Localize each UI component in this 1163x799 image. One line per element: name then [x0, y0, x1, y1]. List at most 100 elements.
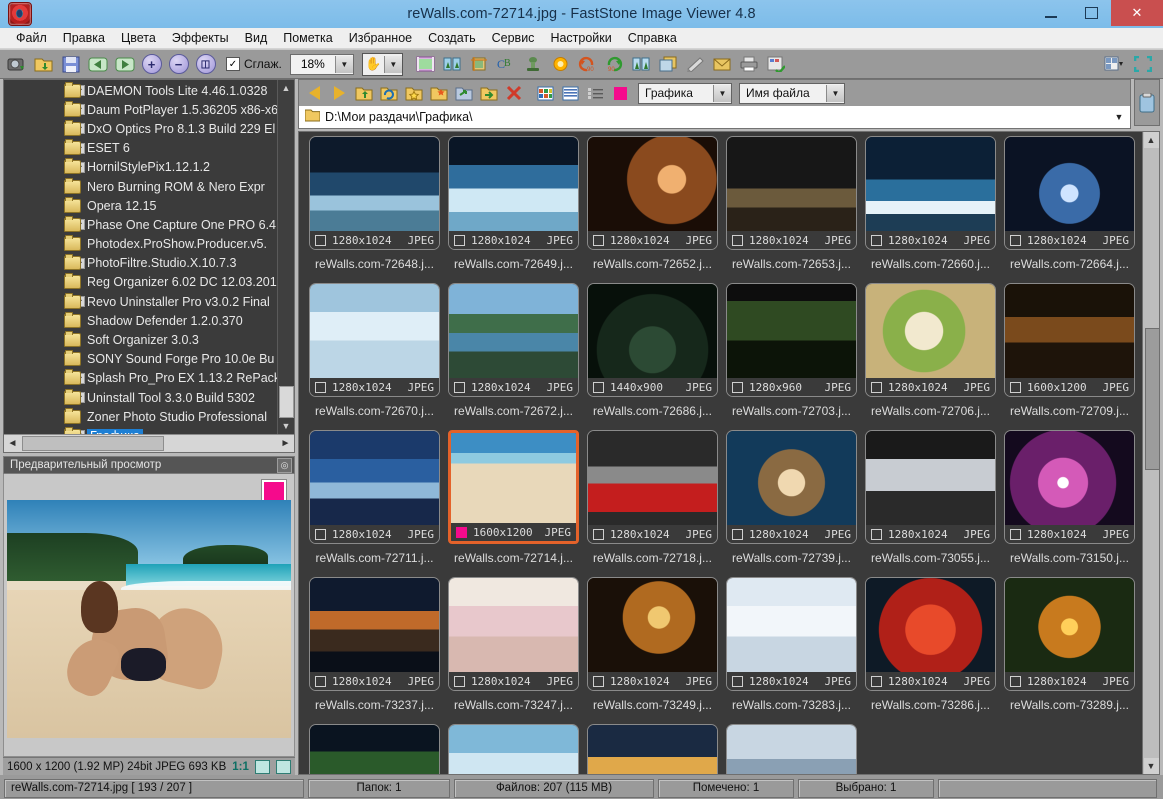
sort-by-combo[interactable]: Имя файла ▼ [739, 82, 845, 104]
tree-item[interactable]: Nero Burning ROM & Nero Expr [4, 177, 277, 196]
tree-item[interactable]: +DAEMON Tools Lite 4.46.1.0328 [4, 81, 277, 100]
thumbnail-frame[interactable]: 1280x1024JPEG [587, 577, 718, 691]
thumbnail-frame[interactable]: 1600x1200 JPEG [448, 430, 579, 544]
tree-item[interactable]: +PhotoFiltre.Studio.X.10.7.3 [4, 254, 277, 273]
tree-item[interactable]: Photodex.ProShow.Producer.v5. [4, 235, 277, 254]
thumbnail-item[interactable]: 1280x1024 JPEG reWalls.com-72672.j... [445, 283, 582, 430]
thumbnail-image[interactable] [588, 431, 717, 525]
thumbnail-frame[interactable]: 1440x900 JPEG [587, 283, 718, 397]
thumbnail-item[interactable]: 1280x1024 JPEG reWalls.com-72660.j... [862, 136, 999, 283]
thumbnail-item[interactable]: 1280x1024JPEGreWalls.com-73340.j... [584, 724, 721, 774]
maximize-button[interactable] [1071, 0, 1111, 26]
scroll-up-arrow-icon[interactable]: ▲ [278, 80, 294, 96]
tree-item[interactable]: +HornilStylePix1.12.1.2 [4, 158, 277, 177]
pin-icon[interactable]: ◎ [277, 457, 292, 473]
thumbnail-image[interactable] [449, 284, 578, 378]
menu-service[interactable]: Сервис [484, 29, 543, 47]
thumbnail-image[interactable] [1005, 431, 1134, 525]
scroll-up-arrow-icon[interactable]: ▲ [1143, 132, 1159, 148]
thumbnail-frame[interactable]: 1280x1024JPEG [309, 136, 440, 250]
thumbnail-image[interactable] [310, 725, 439, 774]
fit-window-icon[interactable] [254, 759, 270, 774]
thumbnail-item[interactable]: 1280x1024 JPEG reWalls.com-72649.j... [445, 136, 582, 283]
chevron-down-icon[interactable]: ▼ [713, 84, 731, 102]
list-view-icon[interactable] [559, 82, 581, 104]
menu-create[interactable]: Создать [420, 29, 484, 47]
grid-scroll-thumb[interactable] [1144, 328, 1160, 470]
slideshow-icon[interactable] [413, 52, 438, 76]
thumbnail-item[interactable]: 1600x1200 JPEG reWalls.com-72709.j... [1001, 283, 1138, 430]
thumbnail-tag-checkbox[interactable] [593, 528, 604, 540]
thumbnail-item[interactable]: 1280x1024 JPEG reWalls.com-73289.j... [1001, 577, 1138, 724]
smoothing-toggle[interactable]: ✓ Сглаж. [226, 57, 282, 71]
text-icon[interactable]: CB [494, 52, 519, 76]
thumbnail-image[interactable] [310, 431, 439, 525]
thumbnail-image[interactable] [1005, 137, 1134, 231]
email-icon[interactable] [710, 52, 735, 76]
thumbnail-frame[interactable]: 1280x1024JPEG [448, 283, 579, 397]
thumbnail-frame[interactable]: 1280x1024JPEG [1004, 136, 1135, 250]
thumbnail-item[interactable]: 1280x1024 JPEG reWalls.com-72652.j... [584, 136, 721, 283]
scroll-down-arrow-icon[interactable]: ▼ [278, 418, 294, 434]
thumbnail-tag-checkbox[interactable] [1010, 528, 1021, 540]
menu-edit[interactable]: Правка [55, 29, 113, 47]
thumbnail-frame[interactable]: 1280x1024JPEG [309, 724, 440, 774]
thumbnail-frame[interactable]: 1280x1024JPEG [448, 577, 579, 691]
thumbnail-tag-checkbox[interactable] [593, 234, 604, 246]
batch-convert-icon[interactable] [764, 52, 789, 76]
thumbnail-image[interactable] [727, 431, 856, 525]
thumbnail-image[interactable] [727, 578, 856, 672]
thumbnail-item[interactable]: 1280x1024JPEGreWalls.com-73344.j... [723, 724, 860, 774]
scroll-down-arrow-icon[interactable]: ▼ [1143, 758, 1159, 774]
thumbnail-image[interactable] [588, 137, 717, 231]
menu-tag[interactable]: Пометка [275, 29, 341, 47]
thumbnail-image[interactable] [310, 578, 439, 672]
thumbnail-image[interactable] [449, 137, 578, 231]
thumbnail-tag-checkbox[interactable] [593, 675, 604, 687]
menu-help[interactable]: Справка [620, 29, 685, 47]
folder-filter-combo[interactable]: Графика ▼ [638, 82, 732, 104]
thumbnail-tag-checkbox[interactable] [1010, 675, 1021, 687]
thumbnail-tag-checkbox[interactable] [871, 675, 882, 687]
thumbnail-frame[interactable]: 1280x1024JPEG [865, 136, 996, 250]
tree-item[interactable]: +Revo Uninstaller Pro v3.0.2 Final [4, 292, 277, 311]
thumbnail-tag-checkbox[interactable] [315, 381, 326, 393]
thumbnail-frame[interactable]: 1280x1024JPEG [726, 724, 857, 774]
thumbnail-tag-checkbox[interactable] [732, 675, 743, 687]
thumbnail-image[interactable] [588, 578, 717, 672]
layout-icon[interactable] [1101, 52, 1126, 76]
thumbnail-tag-checkbox[interactable] [454, 381, 465, 393]
tree-item[interactable]: SONY Sound Forge Pro 10.0e Bu [4, 350, 277, 369]
thumbnail-item-selected[interactable]: 1600x1200 JPEG reWalls.com-72714.j... [445, 430, 582, 577]
tree-item[interactable]: Zoner Photo Studio Professional [4, 407, 277, 426]
thumbnail-item[interactable]: 1280x1024 JPEG reWalls.com-72670.j... [306, 283, 443, 430]
thumbnail-image[interactable] [588, 725, 717, 774]
copy-to-icon[interactable] [478, 82, 500, 104]
thumbnail-image[interactable] [449, 578, 578, 672]
zoom-out-icon[interactable]: − [166, 52, 191, 76]
thumbnail-image[interactable] [727, 137, 856, 231]
open-folder-icon[interactable] [31, 52, 56, 76]
thumbnail-image[interactable] [310, 284, 439, 378]
chevron-down-icon[interactable]: ▼ [383, 55, 402, 73]
thumbnail-image[interactable] [1005, 284, 1134, 378]
thumbnail-tag-checkbox[interactable] [456, 526, 467, 538]
zoom-in-icon[interactable]: + [139, 52, 164, 76]
resize-icon[interactable] [629, 52, 654, 76]
thumbnail-frame[interactable]: 1600x1200 JPEG [1004, 283, 1135, 397]
chevron-down-icon[interactable]: ▼ [1110, 107, 1128, 127]
thumbnail-frame[interactable]: 1280x1024JPEG [587, 136, 718, 250]
tree-item[interactable]: +ESET 6 [4, 139, 277, 158]
thumbnail-image[interactable] [449, 725, 578, 774]
thumbnail-image[interactable] [866, 284, 995, 378]
thumbnail-item[interactable]: 1280x1024 JPEG reWalls.com-72718.j... [584, 430, 721, 577]
thumbnail-frame[interactable]: 1280x1024JPEG [309, 283, 440, 397]
tree-item[interactable]: +Phase One Capture One PRO 6.4 [4, 215, 277, 234]
thumbnail-item[interactable]: 1280x1024 JPEG reWalls.com-73055.j... [862, 430, 999, 577]
details-view-icon[interactable] [584, 82, 606, 104]
thumbnail-item[interactable]: 1280x1024 JPEG reWalls.com-73249.j... [584, 577, 721, 724]
thumbnail-image[interactable] [310, 137, 439, 231]
delete-icon[interactable] [503, 82, 525, 104]
thumbnail-image[interactable] [866, 578, 995, 672]
thumbnail-item[interactable]: 1280x1024 JPEG reWalls.com-72653.j... [723, 136, 860, 283]
